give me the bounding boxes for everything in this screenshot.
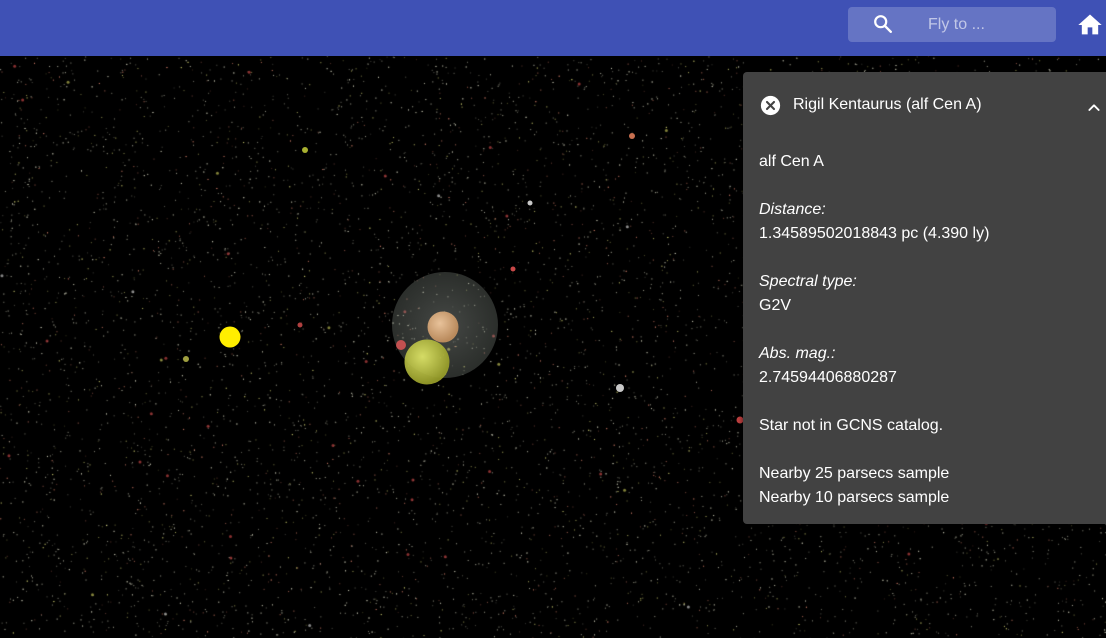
sample-links: Nearby 25 parsecs sample Nearby 10 parse… bbox=[759, 462, 1089, 510]
panel-title: Rigil Kentaurus (alf Cen A) bbox=[793, 96, 982, 113]
star-nearby[interactable] bbox=[527, 200, 533, 206]
close-circle-icon[interactable] bbox=[760, 95, 781, 116]
star-alf-cen-a[interactable] bbox=[404, 339, 450, 385]
top-app-bar bbox=[0, 0, 1106, 56]
star-alf-cen-b[interactable] bbox=[427, 311, 459, 343]
star-nearby[interactable] bbox=[183, 356, 189, 362]
absmag-label: Abs. mag.: bbox=[759, 345, 836, 362]
spectral-label: Spectral type: bbox=[759, 273, 857, 290]
panel-body: alf Cen A Distance: 1.34589502018843 pc … bbox=[759, 150, 1089, 534]
catalog-note: Star not in GCNS catalog. bbox=[759, 417, 944, 434]
distance-label: Distance: bbox=[759, 201, 826, 218]
star-nearby[interactable] bbox=[629, 133, 635, 139]
star-sun[interactable] bbox=[219, 326, 241, 348]
designation-value: alf Cen A bbox=[759, 153, 824, 170]
absmag-row: Abs. mag.: 2.74594406880287 bbox=[759, 342, 1089, 390]
fly-to-input[interactable] bbox=[904, 7, 1044, 42]
catalog-note-row: Star not in GCNS catalog. bbox=[759, 414, 1089, 438]
link-nearby-25-parsecs[interactable]: Nearby 25 parsecs sample bbox=[759, 462, 1089, 486]
designation-row: alf Cen A bbox=[759, 150, 1089, 174]
spectral-row: Spectral type: G2V bbox=[759, 270, 1089, 318]
home-icon[interactable] bbox=[1076, 11, 1104, 39]
star-map-app: Rigil Kentaurus (alf Cen A) alf Cen A Di… bbox=[0, 0, 1106, 638]
spectral-value: G2V bbox=[759, 297, 792, 314]
panel-header: Rigil Kentaurus (alf Cen A) bbox=[743, 72, 1106, 138]
chevron-up-icon[interactable] bbox=[1086, 100, 1102, 116]
star-info-panel: Rigil Kentaurus (alf Cen A) alf Cen A Di… bbox=[743, 72, 1106, 524]
distance-row: Distance: 1.34589502018843 pc (4.390 ly) bbox=[759, 198, 1089, 246]
link-nearby-10-parsecs[interactable]: Nearby 10 parsecs sample bbox=[759, 486, 1089, 510]
star-proxima[interactable] bbox=[396, 340, 406, 350]
distance-value: 1.34589502018843 pc (4.390 ly) bbox=[759, 225, 990, 242]
star-nearby[interactable] bbox=[302, 147, 308, 153]
star-nearby[interactable] bbox=[510, 266, 516, 272]
absmag-value: 2.74594406880287 bbox=[759, 369, 897, 386]
star-nearby[interactable] bbox=[616, 384, 624, 392]
search-box[interactable] bbox=[848, 7, 1056, 42]
star-nearby[interactable] bbox=[297, 322, 303, 328]
search-icon[interactable] bbox=[872, 13, 894, 35]
